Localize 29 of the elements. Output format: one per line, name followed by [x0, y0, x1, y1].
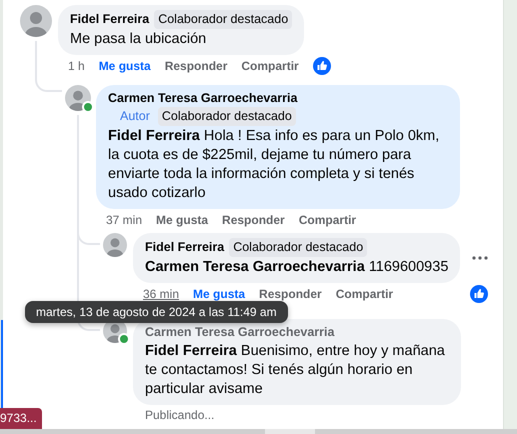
contributor-badge: Colaborador destacado: [154, 10, 292, 29]
reply-button[interactable]: Responder: [222, 213, 285, 227]
contributor-badge: Colaborador destacado: [229, 238, 368, 257]
like-button[interactable]: Me gusta: [193, 287, 246, 301]
comment-text: Carmen Teresa Garroechevarria 1169600935: [145, 258, 448, 277]
more-options-icon[interactable]: [472, 256, 488, 260]
author-name[interactable]: Carmen Teresa Garroechevarria: [145, 324, 334, 341]
share-button[interactable]: Compartir: [241, 59, 299, 73]
contributor-badge: Colaborador destacado: [158, 107, 296, 126]
comment-text: Me pasa la ubicación: [70, 30, 208, 49]
comment-text: Fidel Ferreira Buenisimo, entre hoy y mañana te contactamos! Si tenés algún horario en particular avisame: [145, 342, 446, 399]
reply-button[interactable]: Responder: [164, 59, 228, 73]
share-button[interactable]: Compartir: [298, 213, 356, 227]
reply-button[interactable]: Responder: [259, 287, 322, 301]
number-tag: 9733...: [0, 408, 42, 429]
author-name[interactable]: Fidel Ferreira: [145, 239, 224, 256]
author-name[interactable]: Fidel Ferreira: [70, 11, 150, 28]
horizontal-scrollbar[interactable]: [0, 429, 517, 434]
posting-status: Publicando...: [144, 407, 216, 422]
comment-text: Fidel Ferreira Hola ! Esa info es para un Polo 0km, la cuota es de $225mil, dejame tu número para enviarte toda la información completa y si tenés usado cotizarlo: [108, 127, 440, 203]
timestamp-link[interactable]: 37 min: [106, 213, 142, 227]
author-name[interactable]: Carmen Teresa Garroechevarria: [108, 90, 448, 107]
share-button[interactable]: Compartir: [336, 287, 394, 301]
author-label: Autor: [119, 108, 151, 125]
like-button[interactable]: Me gusta: [98, 59, 151, 73]
timestamp-link[interactable]: 36 min: [143, 287, 180, 301]
date-tooltip: martes, 13 de agosto de 2024 a las 11:49 am: [25, 301, 288, 323]
like-button[interactable]: Me gusta: [156, 213, 208, 227]
timestamp-link[interactable]: 1 h: [68, 59, 85, 73]
